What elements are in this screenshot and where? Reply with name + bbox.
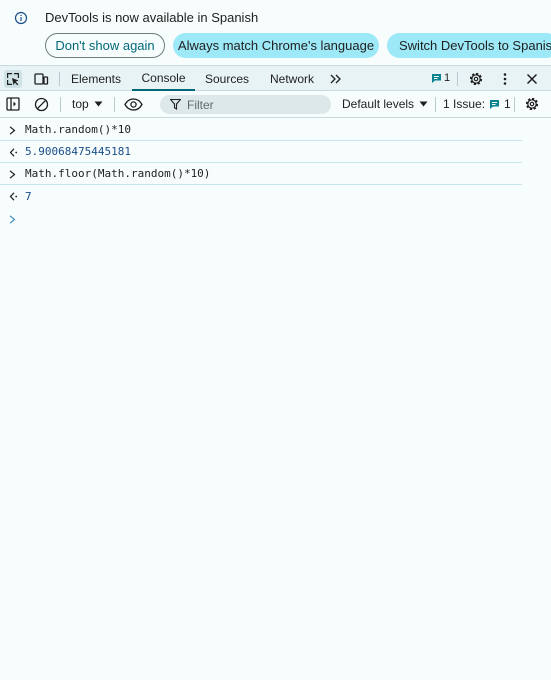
console-input-row: Math.floor(Math.random()*10) [0,163,522,185]
live-expression-eye-icon[interactable] [123,96,143,112]
filter-funnel-icon [170,99,181,110]
more-tabs-chevron-icon[interactable] [327,70,345,88]
toolbar-divider [59,72,60,86]
show-sidebar-icon[interactable] [5,96,21,112]
more-options-kebab-icon[interactable] [496,70,514,88]
tab-elements[interactable]: Elements [65,66,127,91]
javascript-context-select[interactable]: top [72,97,103,111]
console-output-row: 7 [0,185,522,207]
close-devtools-icon[interactable] [523,70,541,88]
clear-console-icon[interactable] [33,96,49,112]
console-settings-gear-icon[interactable] [524,96,540,112]
tab-sources[interactable]: Sources [199,66,255,91]
console-output-value[interactable]: 7 [25,190,32,203]
issues-count: 1 [504,97,511,111]
messages-count: 1 [444,72,451,84]
device-toolbar-icon[interactable] [32,70,50,88]
infobar-message: DevTools is now available in Spanish [45,10,259,25]
always-match-language-button[interactable]: Always match Chrome's language [173,33,379,58]
tab-console[interactable]: Console [132,66,195,91]
issues-label: 1 Issue: [443,97,486,111]
levels-label: Default levels [342,97,415,111]
console-input-text: Math.floor(Math.random()*10) [25,167,211,180]
output-return-arrow-icon [9,147,18,157]
console-messages: Math.random()*10 5.90068475445181 Math.f… [0,119,551,229]
filter-input[interactable] [187,97,322,112]
dropdown-triangle-icon [419,101,428,107]
console-input-row: Math.random()*10 [0,119,522,141]
input-chevron-icon [9,169,16,179]
input-chevron-icon [9,125,16,135]
settings-gear-icon[interactable] [467,70,485,88]
dont-show-again-button[interactable]: Don't show again [45,33,165,58]
tab-network[interactable]: Network [263,66,321,91]
messages-badge[interactable]: 1 [431,72,450,84]
inspect-element-icon[interactable] [4,70,22,88]
issues-counter[interactable]: 1 Issue: 1 [443,97,511,111]
message-icon [432,73,441,83]
log-levels-dropdown[interactable]: Default levels [342,97,428,111]
language-infobar: DevTools is now available in Spanish Don… [0,0,551,65]
toolbar-divider [514,97,515,112]
console-toolbar: top Default levels 1 Issue: 1 [0,91,551,118]
info-icon [14,11,28,25]
output-return-arrow-icon [9,192,18,201]
toolbar-divider [60,97,61,112]
switch-to-spanish-button[interactable]: Switch DevTools to Spanish [387,33,551,58]
console-output-row: 5.90068475445181 [0,141,522,163]
console-input-text: Math.random()*10 [25,123,131,136]
toolbar-divider [435,97,436,112]
dropdown-triangle-icon [94,101,103,107]
filter-field[interactable] [160,95,331,114]
console-prompt[interactable] [0,207,522,229]
console-output-value[interactable]: 5.90068475445181 [25,145,131,158]
context-label: top [72,97,89,111]
toolbar-divider [114,97,115,112]
issue-message-icon [490,99,500,109]
devtools-main-toolbar: Elements Console Sources Network 1 [0,65,551,91]
toolbar-divider [457,72,458,86]
prompt-chevron-icon [9,215,16,224]
